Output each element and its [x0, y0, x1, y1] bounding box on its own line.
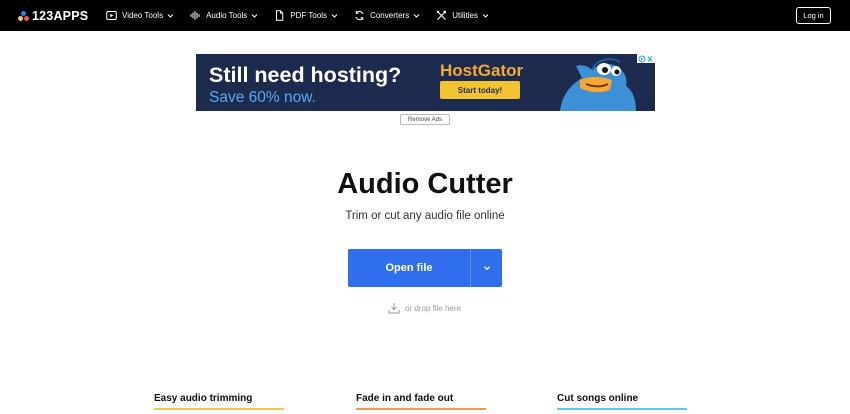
login-button[interactable]: Log in: [796, 7, 831, 24]
nav-item-converters[interactable]: Converters: [354, 10, 420, 21]
chevron-down-icon: [482, 14, 489, 18]
ad-banner[interactable]: Still need hosting? Save 60% now. HostGa…: [196, 54, 655, 111]
feature-title: Fade in and fade out: [356, 393, 454, 404]
ad-subline: Save 60% now.: [209, 89, 316, 106]
gator-mascot-icon: [560, 58, 636, 111]
logo[interactable]: 123APPS: [18, 9, 88, 23]
nav-item-label: Utilities: [452, 11, 478, 20]
chevron-down-icon: [483, 266, 490, 271]
converter-icon: [354, 10, 365, 21]
remove-ads-button[interactable]: Remove Ads: [400, 114, 450, 125]
feature-title: Cut songs online: [557, 393, 639, 404]
ad-headline: Still need hosting?: [209, 63, 402, 87]
chevron-down-icon: [331, 14, 338, 18]
nav-item-label: PDF Tools: [290, 11, 328, 20]
ad-cta-button[interactable]: Start today!: [440, 81, 520, 99]
nav-item-pdf-tools[interactable]: PDF Tools: [274, 10, 338, 21]
nav-item-label: Converters: [370, 11, 410, 20]
feature-accent-line: [154, 408, 284, 410]
logo-dots-icon: [18, 10, 29, 22]
open-file-dropdown-button[interactable]: [471, 249, 502, 287]
utilities-icon: [436, 10, 447, 21]
ad-choices-icon[interactable]: [637, 54, 655, 63]
top-navigation-bar: 123APPS Video Tools Audio Tools PDF Tool…: [0, 0, 850, 31]
feature-accent-line: [557, 408, 687, 410]
drop-zone-hint[interactable]: or drop file here: [388, 302, 461, 314]
download-icon: [388, 303, 400, 314]
open-file-button-group: Open file: [348, 249, 502, 287]
nav-item-video-tools[interactable]: Video Tools: [106, 10, 174, 21]
main-nav: Video Tools Audio Tools PDF Tools Conver…: [106, 0, 505, 31]
drop-hint-text: or drop file here: [405, 303, 462, 313]
audio-wave-icon: [190, 10, 201, 21]
logo-text: 123APPS: [32, 9, 89, 23]
chevron-down-icon: [413, 14, 420, 18]
pdf-file-icon: [274, 10, 285, 21]
nav-item-label: Video Tools: [122, 11, 164, 20]
ad-brand: HostGator: [440, 61, 524, 80]
page-title: Audio Cutter: [337, 168, 513, 200]
feature-accent-line: [356, 408, 486, 410]
page-subtitle: Trim or cut any audio file online: [345, 210, 505, 222]
chevron-down-icon: [251, 14, 258, 18]
nav-item-label: Audio Tools: [206, 11, 248, 20]
open-file-button[interactable]: Open file: [348, 249, 470, 287]
video-icon: [106, 10, 117, 21]
nav-item-utilities[interactable]: Utilities: [436, 10, 489, 21]
nav-item-audio-tools[interactable]: Audio Tools: [190, 10, 258, 21]
feature-title: Easy audio trimming: [154, 393, 253, 404]
chevron-down-icon: [167, 14, 174, 18]
